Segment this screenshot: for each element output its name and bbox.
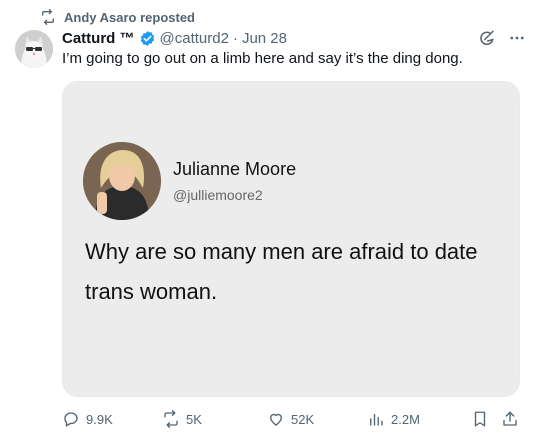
views-button[interactable]: 2.2M (367, 410, 420, 428)
verified-badge-icon[interactable] (139, 30, 156, 47)
repost-icon (42, 9, 54, 25)
tweet-date[interactable]: Jun 28 (242, 30, 287, 47)
cat-avatar-image (15, 30, 53, 68)
embedded-name: Julianne Moore (173, 159, 297, 179)
views-count: 2.2M (391, 411, 420, 427)
repost-count: 5K (186, 411, 202, 427)
more-icon[interactable] (508, 29, 526, 47)
author-display-name[interactable]: Catturd ™ (62, 30, 135, 47)
author-handle[interactable]: @catturd2 (160, 30, 229, 47)
reply-icon (64, 412, 78, 427)
portrait-image (83, 142, 161, 220)
embedded-image[interactable]: Julianne Moore @julliemoore2 Why are so … (62, 81, 520, 397)
repost-label: Andy Asaro reposted (64, 9, 195, 25)
views-icon (370, 413, 383, 426)
bookmark-button[interactable] (471, 410, 489, 428)
reply-button[interactable]: 9.9K (62, 410, 113, 428)
author-avatar[interactable] (15, 30, 53, 68)
reply-count: 9.9K (86, 411, 113, 427)
separator-dot: · (232, 29, 238, 47)
tweet-actions: 9.9K 5K 52K 2.2M (62, 408, 522, 430)
like-button[interactable]: 52K (267, 410, 314, 428)
tweet-header: Catturd ™ @catturd2 · Jun 28 (62, 28, 526, 48)
repost-button[interactable]: 5K (162, 410, 202, 428)
header-actions (478, 28, 526, 48)
grok-icon[interactable] (478, 29, 496, 47)
repost-icon (164, 410, 178, 428)
share-button[interactable] (501, 410, 519, 428)
tweet-text: I’m going to go out on a limb here and s… (62, 50, 463, 67)
embedded-text: Why are so many men are afraid to date t… (85, 239, 478, 304)
bookmark-icon (474, 411, 486, 427)
embedded-handle: @julliemoore2 (173, 187, 263, 203)
like-icon (270, 413, 282, 426)
share-icon (503, 411, 517, 426)
embedded-avatar (83, 142, 161, 220)
like-count: 52K (291, 411, 315, 427)
repost-indicator[interactable]: Andy Asaro reposted (40, 8, 195, 26)
